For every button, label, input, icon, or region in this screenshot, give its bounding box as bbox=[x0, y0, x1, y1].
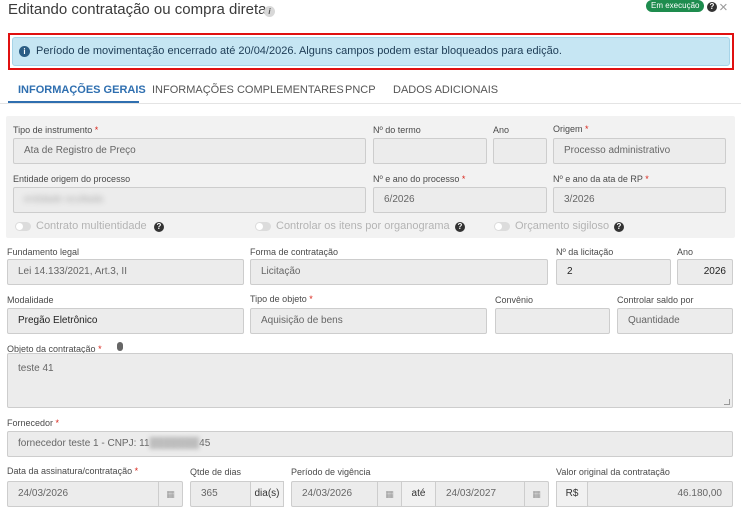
controlar-organograma-label: Controlar os itens por organograma bbox=[276, 220, 450, 232]
help-icon[interactable]: ? bbox=[455, 222, 465, 232]
controlar-saldo-field[interactable]: Quantidade bbox=[617, 308, 733, 334]
currency-prefix: R$ bbox=[556, 481, 588, 507]
origem-label: Origem * bbox=[553, 124, 589, 134]
numero-termo-label: Nº do termo bbox=[373, 125, 421, 135]
convenio-label: Convênio bbox=[495, 295, 534, 305]
help-icon[interactable]: ? bbox=[614, 222, 624, 232]
tab-informacoes-complementares[interactable]: INFORMAÇÕES COMPLEMENTARES bbox=[152, 84, 344, 96]
calendar-icon[interactable]: ▦ bbox=[158, 482, 182, 506]
qtde-dias-label: Qtde de dias bbox=[190, 467, 242, 477]
modalidade-field[interactable]: Pregão Eletrônico bbox=[7, 308, 244, 334]
ano-label: Ano bbox=[493, 125, 510, 135]
valor-original-field[interactable]: 46.180,00 bbox=[587, 481, 733, 507]
entidade-origem-label: Entidade origem do processo bbox=[13, 174, 131, 184]
tabs-divider bbox=[0, 103, 741, 104]
periodo-vigencia-end-field[interactable]: 24/03/2027 bbox=[436, 482, 524, 506]
forma-contratacao-label: Forma de contratação bbox=[250, 247, 339, 257]
info-edit-icon[interactable]: i bbox=[264, 6, 275, 17]
entidade-origem-field[interactable]: entidade ocultada bbox=[13, 187, 366, 213]
periodo-separator: até bbox=[401, 481, 436, 507]
microphone-icon[interactable] bbox=[117, 342, 123, 351]
origem-field[interactable]: Processo administrativo bbox=[553, 138, 726, 164]
tipo-objeto-label: Tipo de objeto * bbox=[250, 294, 313, 304]
ano-field[interactable] bbox=[493, 138, 547, 164]
contrato-multientidade-toggle[interactable] bbox=[15, 222, 31, 231]
convenio-field[interactable] bbox=[495, 308, 610, 334]
tipo-objeto-field[interactable]: Aquisição de bens bbox=[250, 308, 487, 334]
numero-licitacao-label: Nº da licitação bbox=[556, 247, 614, 257]
close-icon[interactable]: × bbox=[719, 0, 728, 15]
tab-pncp[interactable]: PNCP bbox=[345, 84, 376, 96]
page-title: Editando contratação ou compra direta bbox=[8, 1, 267, 18]
valor-original-label: Valor original da contratação bbox=[556, 467, 670, 477]
tab-dados-adicionais[interactable]: DADOS ADICIONAIS bbox=[393, 84, 498, 96]
objeto-contratacao-textarea[interactable]: teste 41 bbox=[7, 353, 733, 408]
fornecedor-label: Fornecedor * bbox=[7, 418, 60, 428]
fundamento-legal-field[interactable]: Lei 14.133/2021, Art.3, II bbox=[7, 259, 244, 285]
alert-text: Período de movimentação encerrado até 20… bbox=[36, 45, 562, 57]
calendar-icon[interactable]: ▦ bbox=[377, 482, 401, 506]
fundamento-legal-label: Fundamento legal bbox=[7, 247, 80, 257]
status-badge: Em execução bbox=[646, 0, 705, 12]
calendar-icon[interactable]: ▦ bbox=[524, 482, 548, 506]
fornecedor-field[interactable]: fornecedor teste 1 - CNPJ: 11███████45 bbox=[7, 431, 733, 457]
numero-ano-processo-field[interactable]: 6/2026 bbox=[373, 187, 547, 213]
forma-contratacao-field[interactable]: Licitação bbox=[250, 259, 548, 285]
data-assinatura-label: Data da assinatura/contratação * bbox=[7, 466, 139, 476]
data-assinatura-field[interactable]: 24/03/2026 bbox=[7, 481, 183, 507]
numero-ano-processo-label: Nº e ano do processo * bbox=[373, 174, 466, 184]
orcamento-sigiloso-toggle[interactable] bbox=[494, 222, 510, 231]
numero-termo-field[interactable] bbox=[373, 138, 487, 164]
ano-licitacao-label: Ano bbox=[677, 247, 694, 257]
controlar-saldo-label: Controlar saldo por bbox=[617, 295, 694, 305]
tipo-instrumento-field[interactable]: Ata de Registro de Preço bbox=[13, 138, 366, 164]
resize-handle-icon[interactable] bbox=[724, 399, 730, 405]
help-icon[interactable]: ? bbox=[707, 2, 717, 12]
dias-suffix: dia(s) bbox=[250, 481, 284, 507]
tipo-instrumento-label: Tipo de instrumento * bbox=[13, 125, 99, 135]
modalidade-label: Modalidade bbox=[7, 295, 54, 305]
contrato-multientidade-label: Contrato multientidade bbox=[36, 220, 147, 232]
numero-ano-ata-label: Nº e ano da ata de RP * bbox=[553, 174, 649, 184]
periodo-vigencia-label: Período de vigência bbox=[291, 467, 371, 477]
controlar-organograma-toggle[interactable] bbox=[255, 222, 271, 231]
orcamento-sigiloso-label: Orçamento sigiloso bbox=[515, 220, 610, 232]
tab-informacoes-gerais[interactable]: INFORMAÇÕES GERAIS bbox=[18, 84, 146, 96]
help-icon[interactable]: ? bbox=[154, 222, 164, 232]
info-icon: i bbox=[19, 46, 30, 57]
numero-ano-ata-field[interactable]: 3/2026 bbox=[553, 187, 726, 213]
ano-licitacao-field[interactable]: 2026 bbox=[677, 259, 733, 285]
numero-licitacao-field[interactable]: 2 bbox=[556, 259, 671, 285]
